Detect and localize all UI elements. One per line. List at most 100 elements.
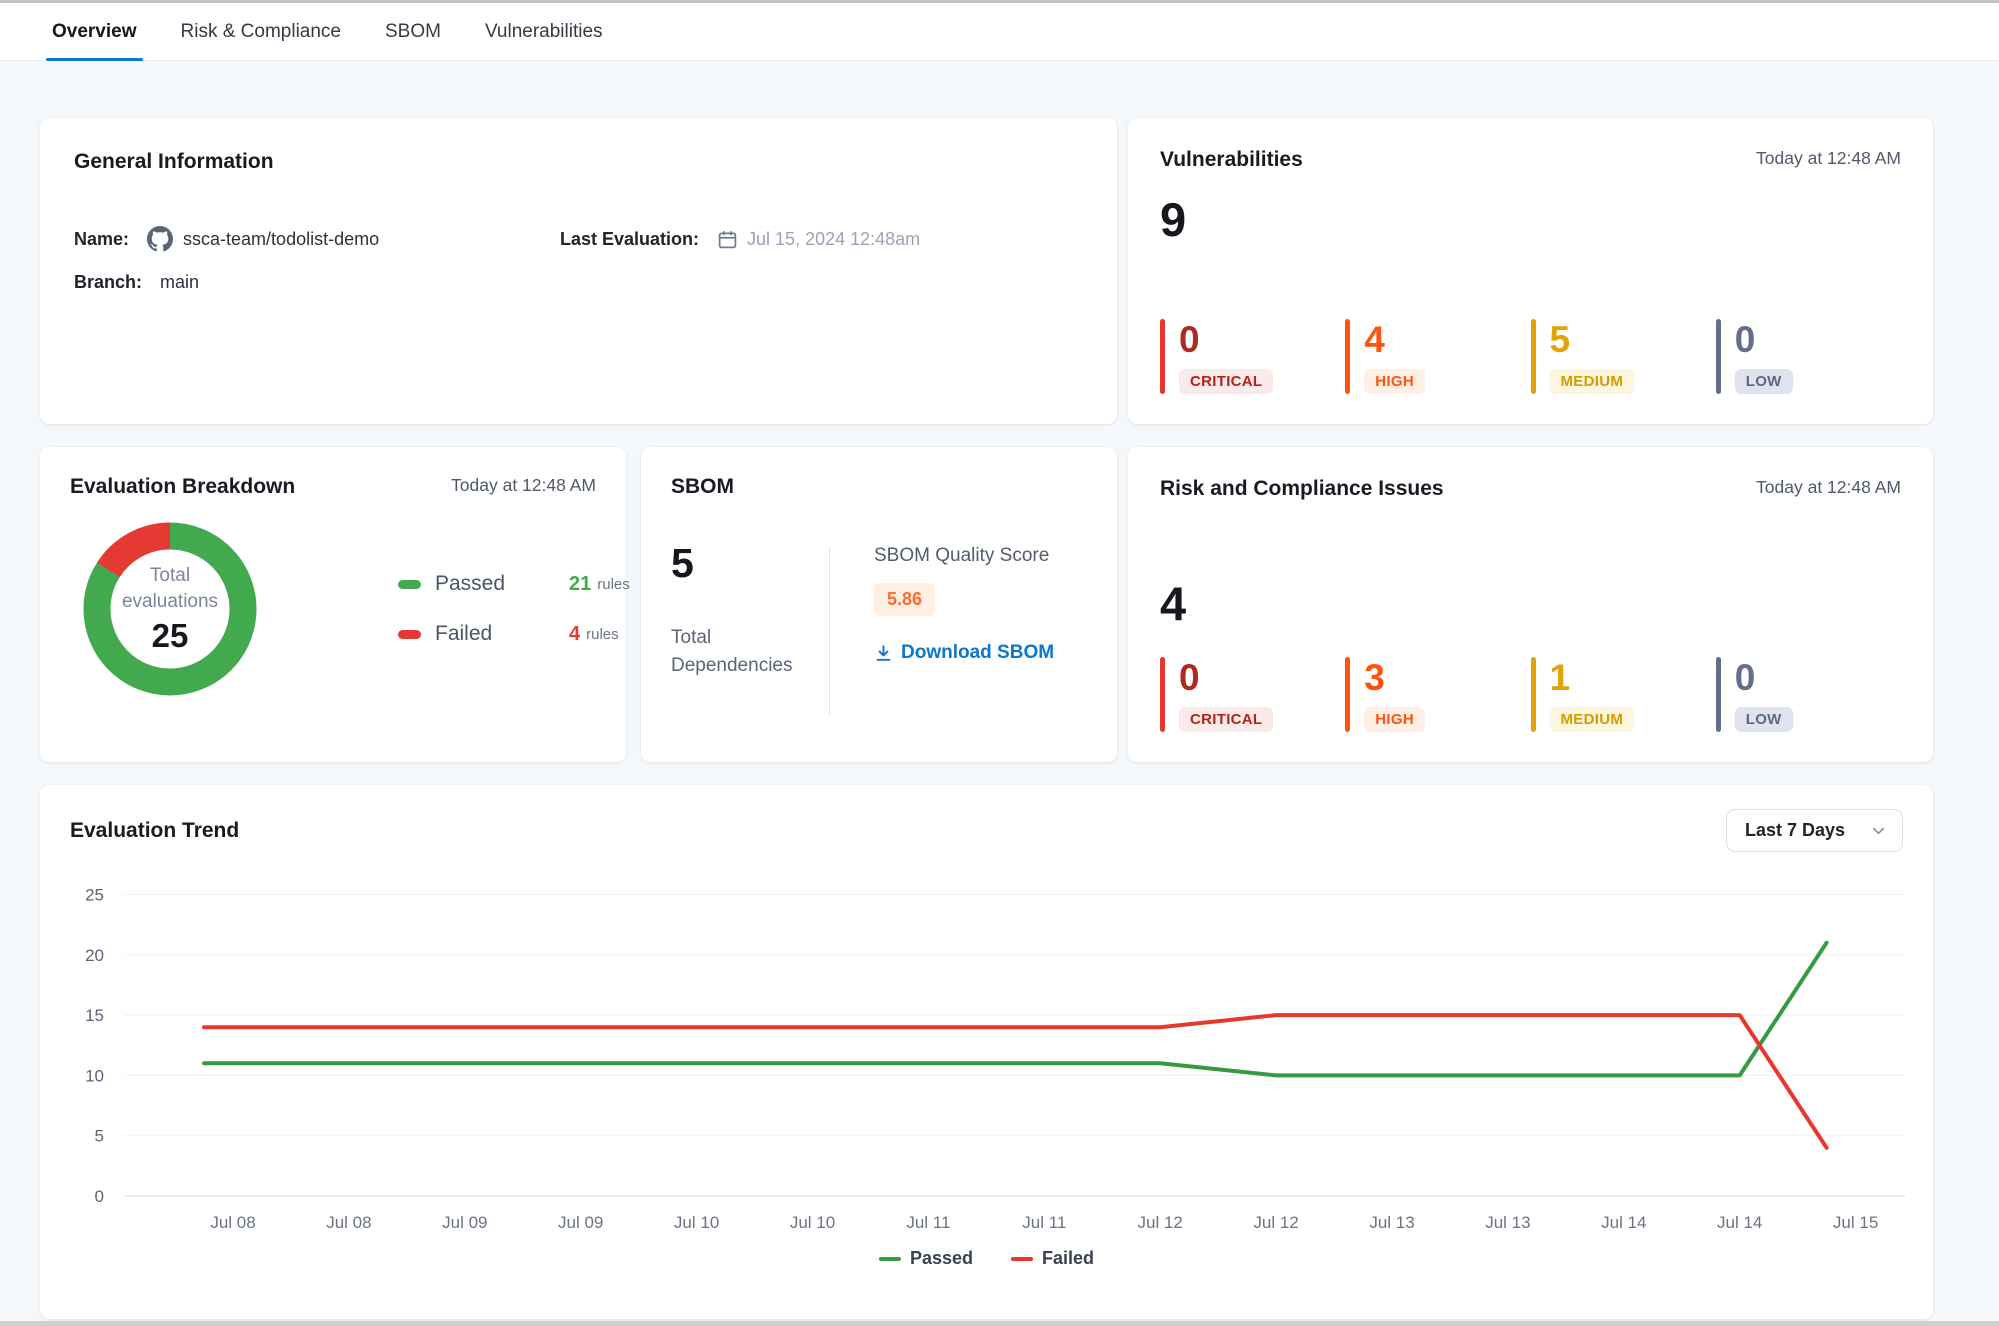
svg-text:10: 10 [85, 1066, 104, 1085]
repo-name-link[interactable]: ssca-team/todolist-demo [183, 229, 379, 250]
trend-legend: Passed Failed [40, 1248, 1933, 1269]
evaluation-trend-title: Evaluation Trend [70, 819, 239, 843]
svg-text:Jul 13: Jul 13 [1369, 1213, 1414, 1232]
svg-text:25: 25 [85, 886, 104, 905]
svg-text:15: 15 [85, 1006, 104, 1025]
legend-passed: Passed 21 rules [398, 572, 630, 596]
severity-badge: CRITICAL [1179, 707, 1273, 732]
svg-text:20: 20 [85, 946, 104, 965]
vulnerabilities-total: 9 [1160, 196, 1901, 243]
trend-legend-failed: Failed [1011, 1248, 1094, 1269]
severity-count: 0 [1179, 321, 1273, 360]
severity-medium: 1 MEDIUM [1531, 657, 1716, 732]
risk-compliance-card: Risk and Compliance Issues Today at 12:4… [1128, 447, 1933, 762]
severity-bar [1716, 319, 1721, 394]
severity-count: 0 [1735, 321, 1793, 360]
divider [829, 547, 830, 715]
general-information-card: General Information Name: ssca-team/todo… [40, 118, 1117, 424]
svg-text:0: 0 [95, 1187, 104, 1206]
total-dependencies-label: Total Dependencies [671, 624, 801, 679]
vulnerabilities-title: Vulnerabilities [1160, 148, 1303, 172]
evaluation-breakdown-timestamp: Today at 12:48 AM [451, 475, 596, 496]
severity-count: 4 [1364, 321, 1425, 360]
evaluation-trend-chart: 0510152025Jul 08Jul 08Jul 09Jul 09Jul 10… [40, 852, 1933, 1244]
svg-text:Jul 15: Jul 15 [1833, 1213, 1878, 1232]
severity-low: 0 LOW [1716, 319, 1901, 394]
severity-bar [1160, 319, 1165, 394]
tab-sbom[interactable]: SBOM [383, 3, 443, 61]
svg-text:Jul 14: Jul 14 [1601, 1213, 1646, 1232]
svg-text:Jul 14: Jul 14 [1717, 1213, 1762, 1232]
last-evaluation-value: Jul 15, 2024 12:48am [747, 229, 920, 250]
chevron-down-icon [1871, 823, 1886, 838]
severity-count: 0 [1179, 659, 1273, 698]
failed-line-swatch [1011, 1257, 1033, 1261]
total-evaluations-count: 25 [152, 617, 189, 655]
tab-vulnerabilities[interactable]: Vulnerabilities [483, 3, 605, 61]
risk-compliance-total: 4 [1160, 580, 1901, 627]
severity-count: 0 [1735, 659, 1793, 698]
tab-overview[interactable]: Overview [50, 3, 139, 61]
severity-bar [1531, 319, 1536, 394]
donut-center: Total evaluations 25 [70, 509, 270, 709]
name-label: Name: [74, 229, 129, 250]
sbom-card: SBOM 5 Total Dependencies SBOM Quality S… [641, 447, 1117, 762]
svg-text:Jul 08: Jul 08 [210, 1213, 255, 1232]
risk-compliance-title: Risk and Compliance Issues [1160, 477, 1444, 501]
severity-count: 3 [1364, 659, 1425, 698]
svg-text:Jul 10: Jul 10 [674, 1213, 719, 1232]
svg-text:Jul 12: Jul 12 [1253, 1213, 1298, 1232]
severity-badge: HIGH [1364, 707, 1425, 732]
total-dependencies-count: 5 [671, 543, 829, 584]
severity-high: 3 HIGH [1345, 657, 1530, 732]
tab-risk-compliance[interactable]: Risk & Compliance [179, 3, 344, 61]
github-icon [147, 226, 173, 252]
severity-bar [1716, 657, 1721, 732]
svg-text:5: 5 [95, 1127, 104, 1146]
sbom-quality-score-label: SBOM Quality Score [874, 545, 1054, 567]
evaluation-breakdown-title: Evaluation Breakdown [70, 475, 295, 499]
severity-badge: MEDIUM [1550, 369, 1635, 394]
window-bottom-edge [0, 1321, 1999, 1326]
time-range-dropdown[interactable]: Last 7 Days [1726, 809, 1903, 852]
severity-low: 0 LOW [1716, 657, 1901, 732]
general-information-title: General Information [74, 150, 1083, 174]
severity-badge: LOW [1735, 707, 1793, 732]
severity-bar [1160, 657, 1165, 732]
branch-value: main [160, 272, 199, 293]
download-sbom-link[interactable]: Download SBOM [874, 642, 1054, 664]
severity-critical: 0 CRITICAL [1160, 319, 1345, 394]
branch-label: Branch: [74, 272, 142, 293]
risk-compliance-timestamp: Today at 12:48 AM [1756, 477, 1901, 498]
severity-badge: LOW [1735, 369, 1793, 394]
evaluation-trend-card: Evaluation Trend Last 7 Days 0 5 10 15 20 25 J… [40, 785, 1933, 1319]
active-tab-underline [46, 58, 143, 61]
donut-legend: Passed 21 rules Failed 4 rules [398, 572, 630, 646]
evaluation-breakdown-card: Evaluation Breakdown Today at 12:48 AM T… [40, 447, 626, 762]
tab-bar: Overview Risk & Compliance SBOM Vulnerab… [0, 3, 1999, 61]
sbom-quality-score-value: 5.86 [874, 583, 935, 616]
svg-text:Jul 11: Jul 11 [1022, 1213, 1066, 1232]
svg-text:Jul 08: Jul 08 [326, 1213, 371, 1232]
svg-text:Jul 13: Jul 13 [1485, 1213, 1530, 1232]
passed-line-swatch [879, 1257, 901, 1261]
download-icon [874, 644, 893, 663]
last-evaluation-label: Last Evaluation: [560, 229, 699, 250]
severity-badge: HIGH [1364, 369, 1425, 394]
trend-legend-passed: Passed [879, 1248, 973, 1269]
vulnerabilities-timestamp: Today at 12:48 AM [1756, 148, 1901, 169]
severity-bar [1345, 319, 1350, 394]
severity-medium: 5 MEDIUM [1531, 319, 1716, 394]
severity-badge: CRITICAL [1179, 369, 1273, 394]
sbom-title: SBOM [671, 475, 1087, 499]
severity-count: 5 [1550, 321, 1635, 360]
calendar-icon [717, 229, 738, 250]
severity-bar [1345, 657, 1350, 732]
svg-text:Jul 09: Jul 09 [442, 1213, 487, 1232]
svg-text:Jul 12: Jul 12 [1138, 1213, 1183, 1232]
vulnerabilities-card: Vulnerabilities Today at 12:48 AM 9 0 CR… [1128, 118, 1933, 424]
severity-count: 1 [1550, 659, 1635, 698]
severity-bar [1531, 657, 1536, 732]
svg-text:Jul 11: Jul 11 [906, 1213, 950, 1232]
legend-failed: Failed 4 rules [398, 622, 630, 646]
